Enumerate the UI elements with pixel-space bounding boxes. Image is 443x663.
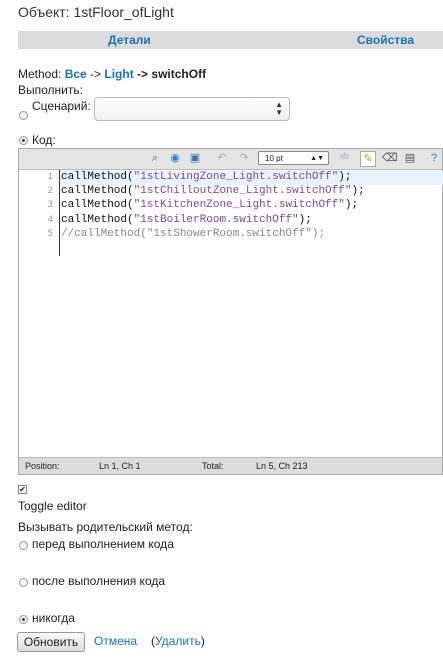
code-line: callMethod("1stKitchenZone_Light.switchO… [61, 199, 358, 211]
editor-toolbar: ⌕ ◉ ▣ ↶ ↷ 10 pt ▲▼ ᵃᵇ ✎ ⌫ ▤ ? [19, 149, 442, 170]
line-numbers: 1 2 3 4 5 [19, 170, 59, 459]
code-line: callMethod("1stLivingZone_Light.switchOf… [61, 171, 351, 183]
update-button[interactable]: Обновить [17, 632, 85, 652]
code-text: callMethod( [61, 199, 134, 212]
parent-before-label: перед выполнением кода [32, 537, 174, 551]
eraser-icon[interactable]: ⌫ [382, 151, 398, 165]
toggle-editor-checkbox[interactable]: ✔ [18, 485, 27, 494]
line-number: 4 [47, 214, 53, 225]
font-size-value: 10 pt [265, 154, 283, 163]
cancel-link[interactable]: Отмена [94, 634, 137, 648]
tab-details[interactable]: Детали [108, 33, 151, 47]
code-string: "1stKitchenZone_Light.switchOff" [133, 199, 345, 212]
breadcrumb-all-link[interactable]: Все [65, 67, 87, 81]
save-icon[interactable]: ▤ [403, 151, 417, 165]
code-string: "1stChilloutZone_Light.switchOff" [133, 185, 352, 198]
redo-icon[interactable]: ↷ [237, 151, 251, 165]
code-area[interactable]: 12345 callMethod("1stLivingZone_Light.sw… [19, 170, 443, 459]
fullscreen-icon[interactable]: ▣ [188, 151, 202, 165]
parent-before-radio[interactable] [19, 541, 28, 550]
scenario-select[interactable]: ▲ ▼ [94, 97, 290, 121]
code-string: "1stBoilerRoom.switchOff" [133, 213, 299, 226]
total-label: Total: [202, 461, 224, 471]
breadcrumb-class-link[interactable]: Light [104, 67, 133, 81]
spellcheck-icon[interactable]: ᵃᵇ [337, 151, 351, 165]
paren-close: ) [200, 634, 205, 648]
binoculars-icon[interactable]: ⌕ [148, 151, 162, 165]
parent-after-radio[interactable] [19, 578, 28, 587]
code-text: //callMethod("1stShowerRoom.switchOff"); [61, 227, 326, 240]
line-number: 3 [47, 200, 53, 211]
font-size-select[interactable]: 10 pt ▲▼ [258, 151, 329, 165]
code-text: ); [338, 171, 352, 183]
breadcrumb-separator: -> [86, 67, 105, 81]
position-label: Position: [25, 461, 60, 471]
gutter-divider [59, 170, 60, 256]
code-text: ); [298, 213, 312, 226]
code-string: "1stLivingZone_Light.switchOff" [133, 171, 339, 183]
breadcrumb-separator: -> [133, 67, 152, 81]
code-editor[interactable]: ⌕ ◉ ▣ ↶ ↷ 10 pt ▲▼ ᵃᵇ ✎ ⌫ ▤ ? 1 2 3 4 5 callM… [18, 148, 443, 475]
code-text: ); [351, 185, 365, 198]
code-text: ); [344, 199, 359, 212]
total-value: Ln 5, Ch 213 [256, 461, 308, 471]
delete-link[interactable]: Удалить [155, 634, 201, 648]
help-icon[interactable]: ? [427, 151, 441, 165]
method-name: switchOff [151, 67, 207, 81]
highlight-icon[interactable]: ✎ [360, 151, 376, 167]
select-arrows-icon: ▲▼ [275, 100, 283, 117]
position-value: Ln 1, Ch 1 [99, 461, 141, 471]
editor-status-bar: Position: Ln 1, Ch 1 Total: Ln 5, Ch 213 [19, 457, 442, 474]
code-text: callMethod( [61, 171, 134, 183]
line-number: 1 [47, 172, 53, 182]
code-line: //callMethod("1stShowerRoom.switchOff"); [61, 228, 325, 240]
code-text: callMethod( [61, 185, 134, 198]
parent-never-label: никогда [32, 611, 75, 625]
code-label: Код: [32, 133, 56, 147]
tab-properties[interactable]: Свойства [357, 33, 414, 47]
parent-after-label: после выполнения кода [32, 574, 166, 588]
method-prefix: Method: [18, 67, 62, 81]
search-replace-icon[interactable]: ◉ [168, 151, 182, 165]
method-breadcrumb: Method: Все -> Light -> switchOff [18, 67, 206, 81]
undo-icon[interactable]: ↶ [215, 151, 229, 165]
scenario-radio[interactable] [19, 111, 28, 120]
page-title: Объект: 1stFloor_ofLight [18, 4, 174, 20]
parent-method-label: Вызывать родительский метод: [18, 520, 193, 534]
line-number: 2 [47, 186, 53, 197]
scenario-label: Сценарий: [32, 99, 91, 113]
code-radio[interactable] [19, 136, 28, 145]
select-arrows-icon: ▲▼ [310, 155, 324, 162]
delete-link-wrapper: (Удалить) [151, 634, 205, 648]
execute-label: Выполнить: [18, 83, 83, 97]
code-line: callMethod("1stBoilerRoom.switchOff"); [61, 214, 312, 226]
code-text: callMethod( [61, 213, 134, 226]
parent-never-radio[interactable] [19, 615, 28, 624]
code-line: callMethod("1stChilloutZone_Light.switch… [61, 185, 365, 197]
toggle-editor-label: Toggle editor [18, 499, 87, 513]
line-number: 5 [47, 228, 53, 239]
